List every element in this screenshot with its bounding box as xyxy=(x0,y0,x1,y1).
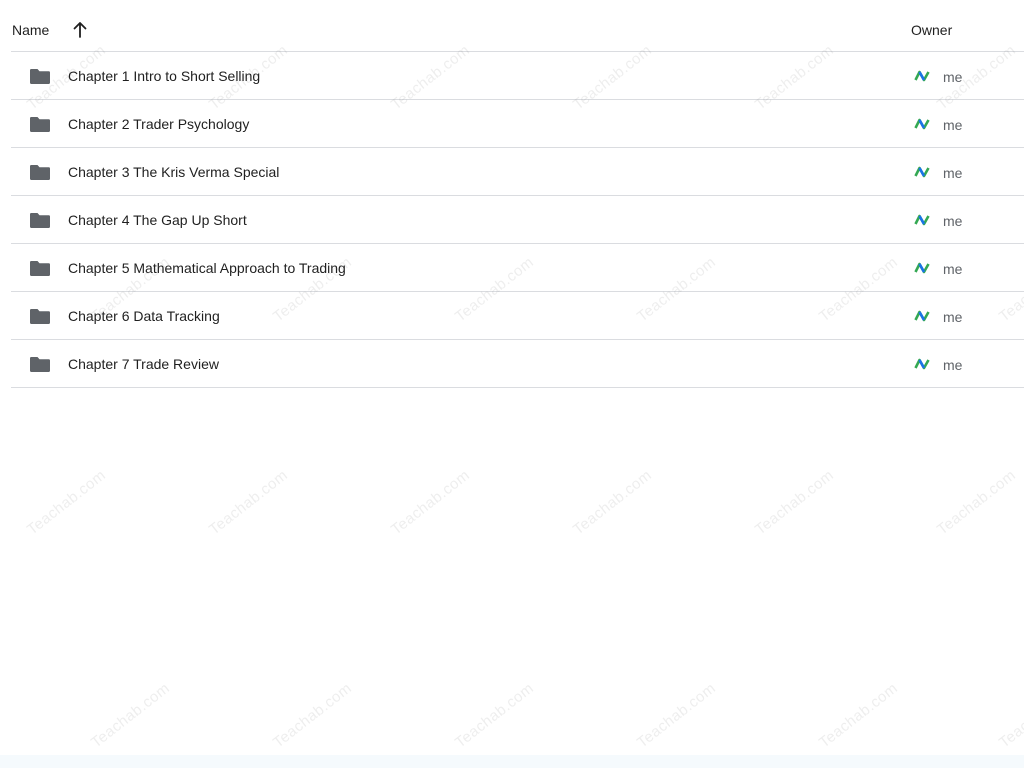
folder-icon xyxy=(29,68,51,85)
folder-icon xyxy=(29,116,51,133)
owner-avatar-icon xyxy=(914,357,930,371)
folder-name: Chapter 4 The Gap Up Short xyxy=(68,212,247,228)
folder-name: Chapter 7 Trade Review xyxy=(68,356,219,372)
owner-name: me xyxy=(943,213,963,229)
folder-name: Chapter 6 Data Tracking xyxy=(68,308,220,324)
folder-icon xyxy=(29,308,51,325)
folder-name: Chapter 2 Trader Psychology xyxy=(68,116,250,132)
folder-icon xyxy=(29,356,51,373)
folder-row[interactable]: Chapter 6 Data Tracking me xyxy=(11,292,1024,340)
owner-name: me xyxy=(943,69,963,85)
folder-name: Chapter 1 Intro to Short Selling xyxy=(68,68,261,84)
folder-row[interactable]: Chapter 5 Mathematical Approach to Tradi… xyxy=(11,244,1024,292)
owner-avatar-icon xyxy=(914,261,930,275)
watermark-text: Teachab.com xyxy=(934,466,1020,539)
owner-name: me xyxy=(943,261,963,277)
owner-column-header[interactable]: Owner xyxy=(911,22,952,38)
watermark-text: Teachab.com xyxy=(24,466,110,539)
owner-name: me xyxy=(943,357,963,373)
owner-avatar-icon xyxy=(914,117,930,131)
arrow-upward-icon[interactable] xyxy=(72,21,88,39)
owner-name: me xyxy=(943,165,963,181)
file-list-page: Name Owner Chapter 1 Intro to Short Sell… xyxy=(0,0,1024,768)
watermark-text: Teachab.com xyxy=(388,466,474,539)
owner-avatar-icon xyxy=(914,165,930,179)
watermark-text: Teachab.com xyxy=(634,679,720,752)
owner-avatar-icon xyxy=(914,69,930,83)
owner-name: me xyxy=(943,117,963,133)
folder-icon xyxy=(29,212,51,229)
watermark-text: Teachab.com xyxy=(996,679,1024,752)
owner-avatar-icon xyxy=(914,309,930,323)
watermark-text: Teachab.com xyxy=(452,679,538,752)
folder-row[interactable]: Chapter 3 The Kris Verma Special me xyxy=(11,148,1024,196)
watermark-text: Teachab.com xyxy=(752,466,838,539)
folder-icon xyxy=(29,164,51,181)
watermark-text: Teachab.com xyxy=(270,679,356,752)
folder-row[interactable]: Chapter 4 The Gap Up Short me xyxy=(11,196,1024,244)
file-list: Chapter 1 Intro to Short Selling me Chap… xyxy=(11,52,1024,388)
watermark-text: Teachab.com xyxy=(570,466,656,539)
file-list-header: Name Owner xyxy=(11,10,1024,52)
watermark-text: Teachab.com xyxy=(88,679,174,752)
watermark-text: Teachab.com xyxy=(206,466,292,539)
owner-name: me xyxy=(943,309,963,325)
folder-name: Chapter 5 Mathematical Approach to Tradi… xyxy=(68,260,346,276)
bottom-strip xyxy=(0,755,1024,768)
owner-avatar-icon xyxy=(914,213,930,227)
folder-name: Chapter 3 The Kris Verma Special xyxy=(68,164,280,180)
folder-row[interactable]: Chapter 1 Intro to Short Selling me xyxy=(11,52,1024,100)
name-column-header[interactable]: Name xyxy=(12,22,49,38)
folder-row[interactable]: Chapter 7 Trade Review me xyxy=(11,340,1024,388)
watermark-text: Teachab.com xyxy=(816,679,902,752)
folder-row[interactable]: Chapter 2 Trader Psychology me xyxy=(11,100,1024,148)
folder-icon xyxy=(29,260,51,277)
